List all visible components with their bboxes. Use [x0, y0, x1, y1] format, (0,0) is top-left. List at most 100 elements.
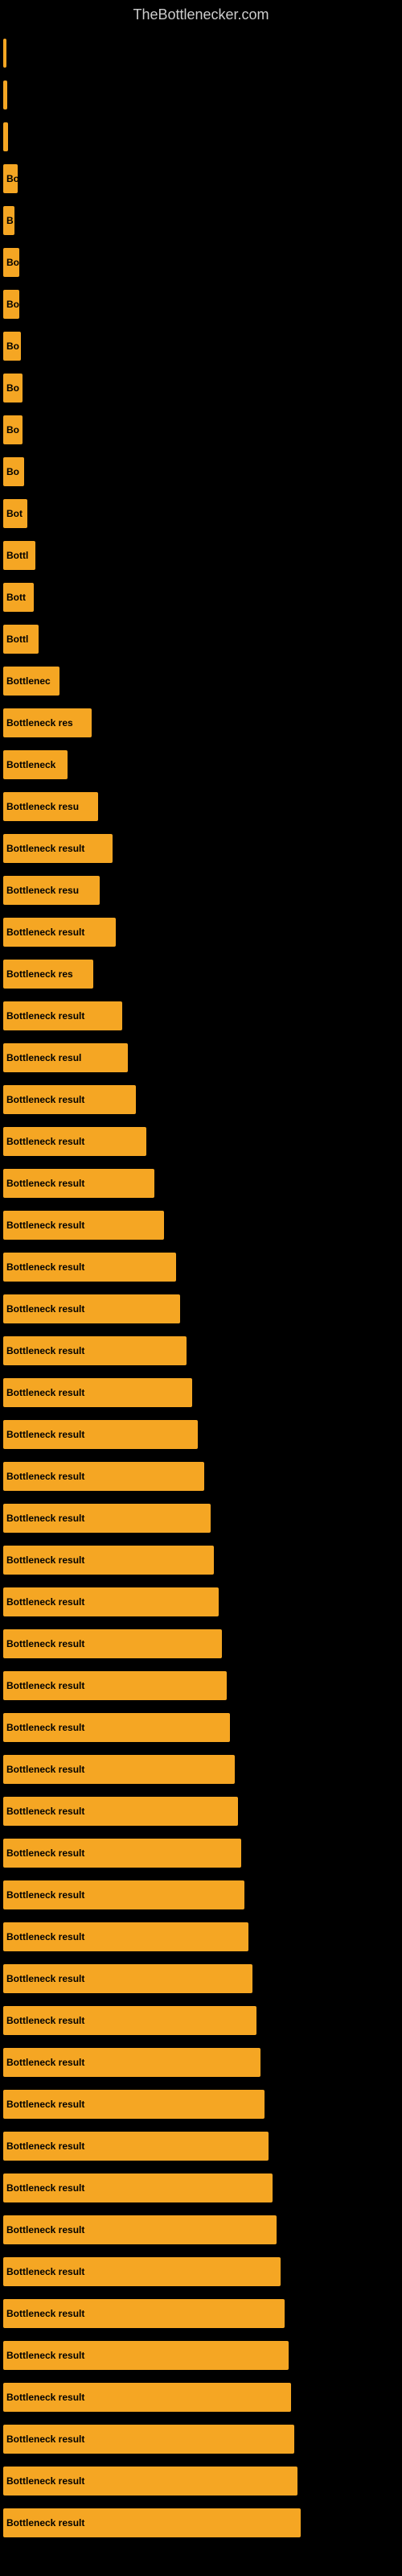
bar-row: Bottleneck result	[0, 1162, 402, 1204]
bar-label: Bottl	[6, 634, 28, 645]
bar-label: Bottleneck res	[6, 968, 73, 980]
bar: Bottleneck result	[3, 2090, 265, 2119]
bar-row	[0, 32, 402, 74]
bar: Bottlenec	[3, 667, 59, 696]
bar-label: Bottleneck result	[6, 1178, 84, 1189]
bar-label: Bottleneck result	[6, 1596, 84, 1608]
bar-row: Bottleneck result	[0, 2334, 402, 2376]
bar: Bottleneck result	[3, 1880, 244, 1909]
bar-label: Bottleneck result	[6, 1806, 84, 1817]
bar-row: Bo	[0, 158, 402, 200]
bar-label: Bo	[6, 341, 19, 352]
bar-row: Bo	[0, 325, 402, 367]
bar-label: Bottleneck result	[6, 1471, 84, 1482]
bar: Bottleneck result	[3, 1378, 192, 1407]
bar-label: Bottleneck result	[6, 1722, 84, 1733]
bar-row: Bottleneck result	[0, 2000, 402, 2041]
bar-row: Bottleneck result	[0, 1497, 402, 1539]
bar-label: Bottleneck result	[6, 2015, 84, 2026]
bar-label: Bottleneck result	[6, 1554, 84, 1566]
bar: Bottleneck result	[3, 2132, 269, 2161]
bar-label: Bo	[6, 257, 19, 268]
bar-row: Bottleneck result	[0, 1414, 402, 1455]
bar-label: Bo	[6, 466, 19, 477]
bar-row: Bottleneck result	[0, 1581, 402, 1623]
bar-row: Bottleneck result	[0, 1372, 402, 1414]
bar: Bottleneck result	[3, 1629, 222, 1658]
bar-label: Bottleneck result	[6, 1638, 84, 1649]
bar: Bott	[3, 583, 34, 612]
bar-row: Bottleneck result	[0, 1916, 402, 1958]
bar: Bottleneck result	[3, 1420, 198, 1449]
bar-label: Bottleneck result	[6, 1847, 84, 1859]
bar-row: Bottleneck result	[0, 2293, 402, 2334]
bar-label: Bottl	[6, 550, 28, 561]
bar: Bottleneck result	[3, 2174, 273, 2202]
bar-label: Bottleneck result	[6, 1261, 84, 1273]
bar-label: B	[6, 215, 14, 226]
bar: Bottleneck result	[3, 1462, 204, 1491]
bar-label: Bottlenec	[6, 675, 51, 687]
bar-row: Bottleneck res	[0, 953, 402, 995]
bar: Bottleneck result	[3, 918, 116, 947]
bar-label: Bottleneck resu	[6, 801, 79, 812]
bar-label: Bottleneck result	[6, 2266, 84, 2277]
bar: Bottleneck result	[3, 1671, 227, 1700]
bar: Bottleneck resul	[3, 1043, 128, 1072]
bar-row: Bottleneck resu	[0, 869, 402, 911]
bar-label: Bo	[6, 299, 19, 310]
bar-row: Bottleneck result	[0, 911, 402, 953]
bar-row: Bottl	[0, 535, 402, 576]
bar: Bottleneck resu	[3, 792, 98, 821]
bar: Bottleneck result	[3, 1085, 136, 1114]
bar-label: Bottleneck result	[6, 2140, 84, 2152]
bar	[3, 80, 7, 109]
bar-label: Bottleneck result	[6, 1764, 84, 1775]
bar-label: Bott	[6, 592, 26, 603]
bar-label: Bottleneck	[6, 759, 55, 770]
bar: Bo	[3, 457, 24, 486]
bar-label: Bottleneck result	[6, 843, 84, 854]
bar-row: Bottleneck result	[0, 1204, 402, 1246]
bar-label: Bottleneck result	[6, 2099, 84, 2110]
bar-row: Bottleneck result	[0, 1121, 402, 1162]
bar	[3, 122, 8, 151]
bar: Bottleneck result	[3, 1797, 238, 1826]
bar-row: Bottleneck result	[0, 2418, 402, 2460]
bar: Bottleneck result	[3, 1546, 214, 1575]
bar: Bottleneck result	[3, 1001, 122, 1030]
bar-row	[0, 74, 402, 116]
bar: Bottleneck result	[3, 1504, 211, 1533]
bar: Bottleneck result	[3, 1253, 176, 1282]
bar-label: Bottleneck result	[6, 1010, 84, 1022]
bar-label: Bottleneck result	[6, 1973, 84, 1984]
bar-label: Bottleneck result	[6, 2308, 84, 2319]
bar: Bottleneck result	[3, 1839, 241, 1868]
bar: Bottleneck result	[3, 1211, 164, 1240]
bar: Bottleneck result	[3, 2215, 277, 2244]
bar-row: Bottleneck result	[0, 1707, 402, 1748]
bar-label: Bottleneck result	[6, 1345, 84, 1356]
bar-row: Bo	[0, 242, 402, 283]
bar-label: Bottleneck resul	[6, 1052, 81, 1063]
bar-label: Bottleneck result	[6, 2182, 84, 2194]
bar-label: Bottleneck result	[6, 1094, 84, 1105]
bar-label: Bottleneck result	[6, 1220, 84, 1231]
bar: Bottleneck result	[3, 1755, 235, 1784]
bar-row: Bottleneck result	[0, 1539, 402, 1581]
bar: Bottleneck result	[3, 834, 113, 863]
bar-row: Bottleneck result	[0, 1288, 402, 1330]
bar-label: Bottleneck result	[6, 2350, 84, 2361]
bar: Bottleneck result	[3, 2383, 291, 2412]
bar-row: Bottleneck result	[0, 828, 402, 869]
bar: Bottleneck result	[3, 1964, 252, 1993]
bar-row: Bottleneck result	[0, 1079, 402, 1121]
bar-label: Bottleneck result	[6, 1136, 84, 1147]
bar: Bottleneck result	[3, 2341, 289, 2370]
bar-row: Bottleneck result	[0, 1790, 402, 1832]
bar: Bottleneck result	[3, 2508, 301, 2537]
bar: Bottleneck result	[3, 1169, 154, 1198]
bar-row: Bottleneck result	[0, 1874, 402, 1916]
bar-label: Bottleneck result	[6, 1889, 84, 1901]
bar-row: Bottleneck result	[0, 2125, 402, 2167]
